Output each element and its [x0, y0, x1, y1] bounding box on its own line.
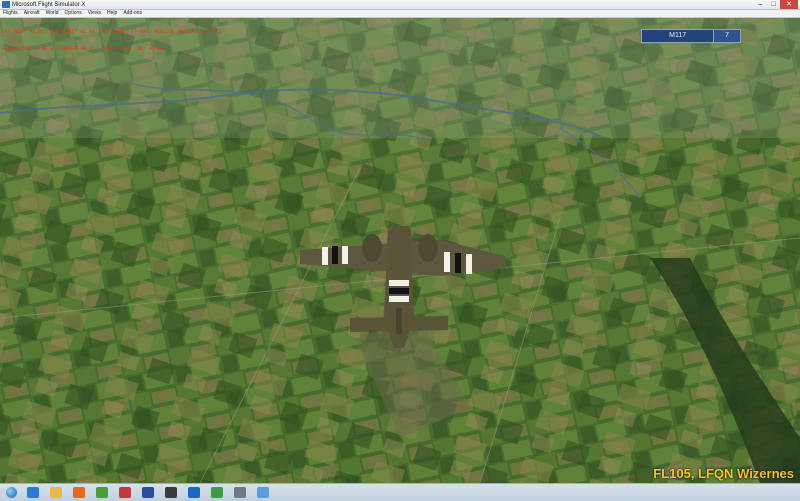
menu-bar: Flights Aircraft World Options Views Hel… [0, 10, 800, 18]
flight-sim-window: Microsoft Flight Simulator X – □ ✕ Fligh… [0, 0, 800, 483]
ink-icon [119, 487, 131, 498]
taskbar-item[interactable] [114, 485, 136, 500]
n-app-icon [142, 487, 154, 498]
start-button[interactable] [0, 485, 22, 500]
taskbar-item[interactable] [229, 485, 251, 500]
taskbar-item[interactable] [68, 485, 90, 500]
readout-line-position: LAT N50* 43.91' LON E001* 41.41' ALT 104… [2, 29, 222, 36]
terrain-scene[interactable] [0, 18, 800, 483]
taskbar-icons [22, 485, 275, 500]
window-icon [234, 487, 246, 498]
taskbar-item[interactable] [91, 485, 113, 500]
terminal-icon [165, 487, 177, 498]
taskbar-item[interactable] [206, 485, 228, 500]
menu-views[interactable]: Views [85, 10, 104, 17]
paint-icon [211, 487, 223, 498]
hud-label: M117 [642, 30, 714, 42]
taskbar-item[interactable] [252, 485, 274, 500]
hud-indicator: M117 7 [641, 29, 741, 43]
menu-addons[interactable]: Add-ons [120, 10, 145, 17]
location-caption: FL105, LFQN Wizernes [653, 466, 794, 481]
maximize-button[interactable]: □ [767, 0, 780, 9]
minimize-button[interactable]: – [754, 0, 767, 9]
menu-flights[interactable]: Flights [0, 10, 21, 17]
media-player-icon [73, 487, 85, 498]
taskbar-item[interactable] [22, 485, 44, 500]
taskbar-item[interactable] [160, 485, 182, 500]
menu-aircraft[interactable]: Aircraft [21, 10, 43, 17]
fsx-icon [188, 487, 200, 498]
windows-logo-icon [5, 487, 17, 498]
window-title: Microsoft Flight Simulator X [12, 2, 86, 8]
menu-world[interactable]: World [43, 10, 62, 17]
image-icon [257, 487, 269, 498]
ie-icon [27, 487, 39, 498]
taskbar [0, 483, 800, 501]
window-controls: – □ ✕ [754, 0, 798, 10]
chrome-icon [96, 487, 108, 498]
readout-line-frames: FRAMES/SEC = 49.8 (TARGET 30.0) ZOOM 0.5… [2, 45, 165, 52]
close-button[interactable]: ✕ [780, 0, 798, 9]
title-bar[interactable]: Microsoft Flight Simulator X – □ ✕ [0, 0, 800, 10]
app-icon [2, 1, 10, 8]
folder-icon [50, 487, 62, 498]
taskbar-item[interactable] [45, 485, 67, 500]
taskbar-item[interactable] [183, 485, 205, 500]
menu-help[interactable]: Help [104, 10, 120, 17]
telemetry-readout: LAT N50* 43.91' LON E001* 41.41' ALT 104… [2, 19, 221, 64]
hud-value: 7 [713, 30, 740, 42]
taskbar-item[interactable] [137, 485, 159, 500]
menu-options[interactable]: Options [62, 10, 85, 17]
